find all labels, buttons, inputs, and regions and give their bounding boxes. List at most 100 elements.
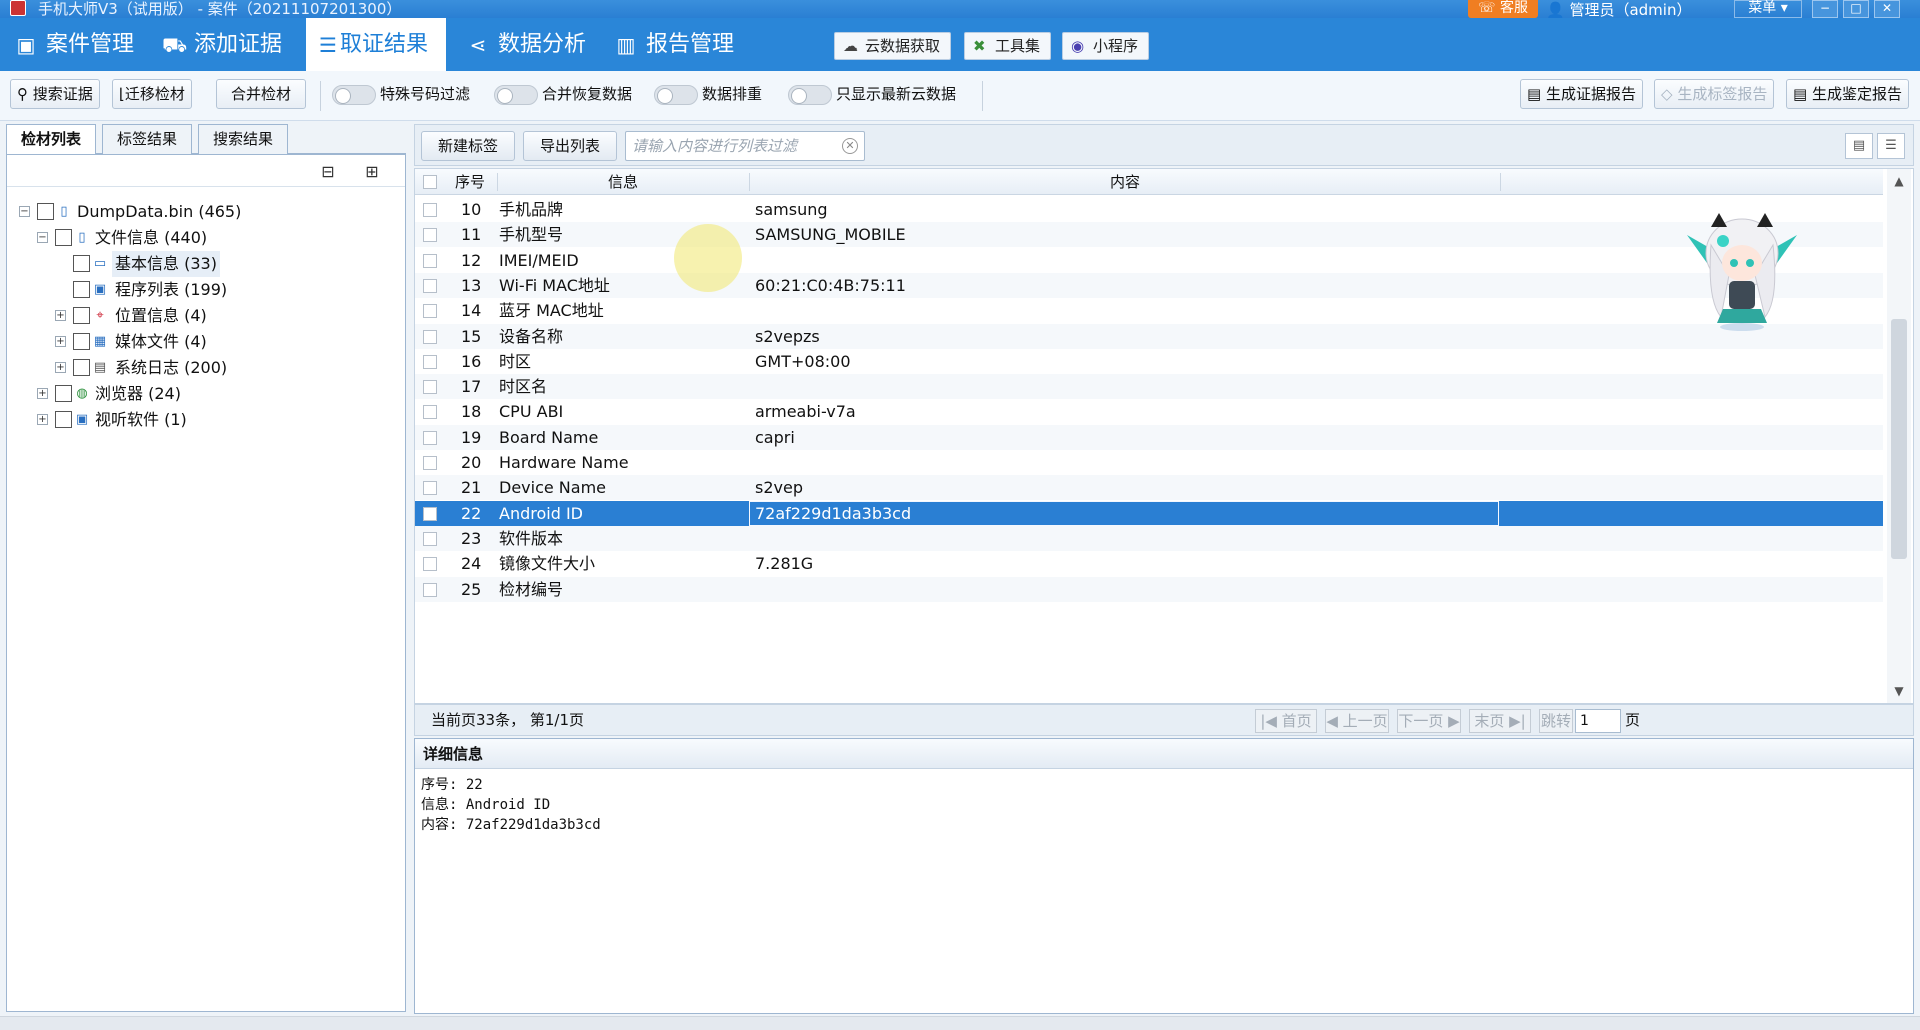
toggle-switch[interactable] [654,85,698,105]
dedupe-toggle[interactable]: 数据排重 [654,83,762,107]
table-row[interactable]: 14 蓝牙 MAC地址 [415,298,1883,323]
latest-cloud-only-toggle[interactable]: 只显示最新云数据 [788,83,956,107]
first-page-button[interactable]: |◀ 首页 [1255,709,1317,733]
tree-node-location[interactable]: + ⌖ 位置信息 (4) [7,303,405,329]
prev-page-button[interactable]: ◀ 上一页 [1325,709,1389,733]
row-checkbox[interactable] [423,557,437,572]
tree-checkbox[interactable] [55,385,72,402]
expand-all-icon[interactable]: ⊞ [361,161,383,183]
table-row[interactable]: 22 Android ID 72af229d1da3b3cd [415,500,1883,526]
tree-node-app-list[interactable]: ▣ 程序列表 (199) [7,277,405,303]
table-row[interactable]: 10 手机品牌 samsung [415,197,1883,222]
export-list-button[interactable]: 导出列表 [523,131,617,161]
tree-node-dumpdata[interactable]: − ▯ DumpData.bin (465) [7,199,405,225]
nav-data-analysis[interactable]: ⋖ 数据分析 [464,18,586,71]
last-page-button[interactable]: 末页 ▶| [1469,709,1531,733]
row-checkbox[interactable] [423,304,437,319]
list-filter-input[interactable]: 请输入内容进行列表过滤 ✕ [625,131,865,161]
tab-material-list[interactable]: 检材列表 [6,124,96,155]
table-row[interactable]: 21 Device Name s2vep [415,475,1883,501]
maximize-button[interactable]: □ [1843,0,1869,18]
migrate-material-button[interactable]: ⌊迁移检材 [112,79,192,109]
tree-checkbox[interactable] [37,203,54,220]
row-checkbox[interactable] [423,228,437,243]
row-checkbox[interactable] [423,278,437,293]
main-menu-button[interactable]: 菜单 ▾ [1734,0,1802,18]
tree-expander[interactable]: + [37,388,48,399]
tree-node-media[interactable]: + ▦ 媒体文件 (4) [7,329,405,355]
tab-search-results[interactable]: 搜索结果 [198,124,288,154]
cloud-data-button[interactable]: ☁ 云数据获取 [834,32,952,60]
col-header-no[interactable]: 序号 [445,169,495,195]
scroll-up-icon[interactable]: ▲ [1891,173,1907,189]
table-row[interactable]: 18 CPU ABI armeabi-v7a [415,399,1883,424]
grid-scrollbar[interactable]: ▲ ▼ [1887,169,1911,703]
nav-add-evidence[interactable]: ⛟ 添加证据 [160,18,282,71]
row-checkbox[interactable] [423,481,437,496]
page-number-input[interactable]: 1 [1575,709,1621,733]
generate-tag-report-button[interactable]: ◇ 生成标签报告 [1654,79,1775,109]
tree-checkbox[interactable] [73,281,90,298]
tree-expander[interactable]: + [55,362,66,373]
clear-filter-icon[interactable]: ✕ [842,138,858,154]
row-checkbox[interactable] [423,582,437,597]
tree-node-system-log[interactable]: + ▤ 系统日志 (200) [7,355,405,381]
mini-program-button[interactable]: ◉ 小程序 [1062,32,1150,60]
row-checkbox[interactable] [423,430,437,445]
tree-expander[interactable]: + [55,336,66,347]
toggle-switch[interactable] [494,85,538,105]
scroll-thumb[interactable] [1891,319,1907,559]
tree-node-file-info[interactable]: − ▯ 文件信息 (440) [7,225,405,251]
toggle-switch[interactable] [332,85,376,105]
grid-view-icon[interactable]: ▤ [1845,133,1873,159]
tree-checkbox[interactable] [73,333,90,350]
jump-button[interactable]: 跳转 [1539,709,1573,733]
table-row[interactable]: 19 Board Name capri [415,424,1883,450]
nav-report-management[interactable]: ▥ 报告管理 [612,18,734,71]
new-tag-button[interactable]: 新建标签 [421,131,515,161]
table-row[interactable]: 12 IMEI/MEID [415,248,1883,273]
tree-node-av-software[interactable]: + ▣ 视听软件 (1) [7,407,405,433]
search-evidence-button[interactable]: ⚲ 搜索证据 [10,79,100,109]
col-header-content[interactable]: 内容 [751,169,1499,195]
next-page-button[interactable]: 下一页 ▶ [1397,709,1461,733]
tree-expander[interactable]: + [55,310,66,321]
merge-material-button[interactable]: 合并检材 [216,79,307,109]
generate-appraisal-report-button[interactable]: ▤ 生成鉴定报告 [1786,79,1909,109]
tree-checkbox[interactable] [73,359,90,376]
tree-expander[interactable]: − [19,206,30,217]
select-all-checkbox[interactable] [423,175,437,189]
table-row[interactable]: 16 时区 GMT+08:00 [415,349,1883,374]
list-view-icon[interactable]: ☰ [1877,133,1905,159]
row-checkbox[interactable] [423,354,437,369]
row-checkbox[interactable] [423,405,437,420]
table-row[interactable]: 13 Wi-Fi MAC地址 60:21:C0:4B:75:11 [415,272,1883,298]
row-checkbox[interactable] [423,506,437,521]
collapse-all-icon[interactable]: ⊟ [317,161,339,183]
tree-node-basic-info[interactable]: ▭ 基本信息 (33) [7,251,405,277]
support-button[interactable]: ☏ 客服 [1468,0,1538,18]
tree-expander[interactable]: + [37,414,48,425]
close-button[interactable]: ✕ [1874,0,1900,18]
row-checkbox[interactable] [423,203,437,217]
tree-checkbox[interactable] [55,229,72,246]
toolset-button[interactable]: ✖ 工具集 [964,32,1052,60]
table-row[interactable]: 23 软件版本 [415,525,1883,551]
tree-expander[interactable]: − [37,232,48,243]
tree-node-browser[interactable]: + ◍ 浏览器 (24) [7,381,405,407]
col-header-info[interactable]: 信息 [499,169,747,195]
generate-evidence-report-button[interactable]: ▤ 生成证据报告 [1520,79,1643,109]
minimize-button[interactable]: − [1812,0,1838,18]
special-number-filter-toggle[interactable]: 特殊号码过滤 [332,83,470,107]
row-checkbox[interactable] [423,456,437,470]
table-row[interactable]: 17 时区名 [415,374,1883,400]
toggle-switch[interactable] [788,85,832,105]
table-row[interactable]: 24 镜像文件大小 7.281G [415,551,1883,576]
nav-case-management[interactable]: ▣ 案件管理 [12,18,134,71]
merge-recovered-toggle[interactable]: 合并恢复数据 [494,83,632,107]
tree-checkbox[interactable] [55,411,72,428]
tree-checkbox[interactable] [73,255,90,272]
table-row[interactable]: 25 检材编号 [415,576,1883,602]
table-row[interactable]: 20 Hardware Name [415,450,1883,475]
scroll-down-icon[interactable]: ▼ [1891,683,1907,699]
